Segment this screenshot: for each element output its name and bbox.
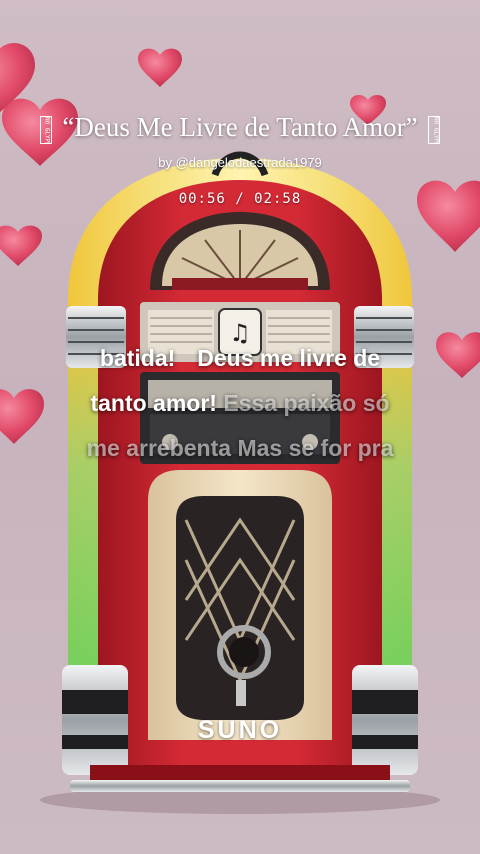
lyric-active: tanto amor!: [90, 390, 217, 416]
song-title-row: NO GLYPH “Deus Me Livre de Tanto Amor” N…: [0, 112, 480, 144]
lyrics-display: batida! Deus me livre de tanto amor! Essa…: [30, 336, 450, 471]
heart-icon: [138, 48, 182, 87]
lyric-upcoming: Essa paixão só: [223, 390, 390, 416]
playback-time: 00:56 / 02:58: [178, 191, 302, 207]
missing-glyph-icon: NO GLYPH: [39, 115, 52, 144]
lyric-line: tanto amor! Essa paixão só: [30, 381, 450, 426]
lyric-upcoming: me arrebenta Mas se for pra: [86, 435, 394, 461]
heart-icon: [0, 225, 42, 266]
lyric-line: me arrebenta Mas se for pra: [30, 426, 450, 471]
artist-byline[interactable]: by @dangelodaestrada1979: [0, 155, 480, 170]
missing-glyph-icon: NO GLYPH: [428, 115, 441, 144]
lyric-word-group: batida!: [99, 345, 176, 371]
lyric-word-group: Deus me livre de: [197, 345, 381, 371]
lyric-line: batida! Deus me livre de: [30, 336, 450, 381]
suno-logo: SUNO: [197, 716, 283, 744]
song-title: “Deus Me Livre de Tanto Amor”: [62, 112, 418, 142]
